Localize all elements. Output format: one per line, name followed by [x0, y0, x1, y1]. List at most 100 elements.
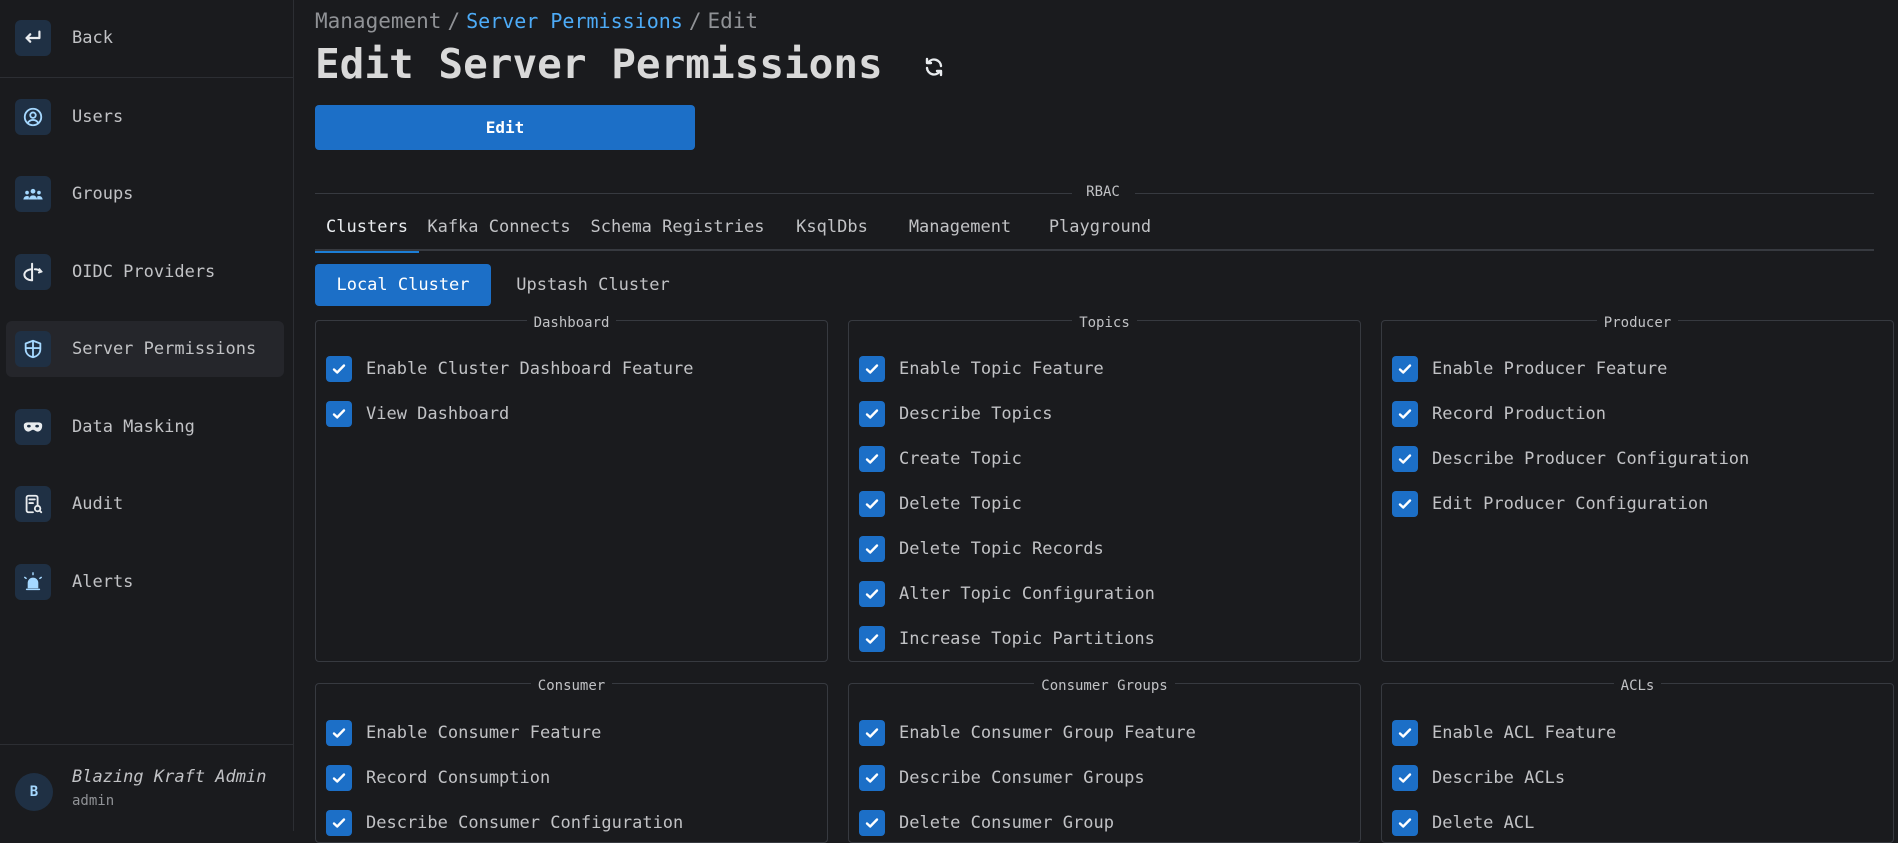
checkbox-checked-icon	[326, 765, 352, 791]
rbac-divider	[315, 193, 1072, 194]
users-group-icon	[15, 176, 51, 212]
sidebar-divider	[0, 77, 294, 78]
permission-checkbox[interactable]: Describe Consumer Configuration	[326, 810, 683, 836]
refresh-icon[interactable]	[922, 55, 946, 79]
sidebar-item-data-masking[interactable]: Data Masking	[6, 399, 284, 455]
breadcrumb-separator: /	[447, 9, 461, 33]
cluster-pill-upstash[interactable]: Upstash Cluster	[498, 264, 688, 306]
checkbox-checked-icon	[326, 356, 352, 382]
group-title: ACLs	[1613, 678, 1662, 694]
permission-checkbox[interactable]: Delete ACL	[1392, 810, 1534, 836]
checkbox-checked-icon	[859, 810, 885, 836]
avatar: B	[15, 773, 53, 811]
mask-icon	[15, 409, 51, 445]
sidebar-item-audit[interactable]: Audit	[6, 476, 284, 532]
shield-icon	[15, 331, 51, 367]
cluster-pill-local[interactable]: Local Cluster	[315, 264, 491, 306]
permission-checkbox[interactable]: Delete Topic	[859, 491, 1022, 517]
sidebar-item-alerts[interactable]: Alerts	[6, 554, 284, 610]
checkbox-checked-icon	[859, 720, 885, 746]
permission-checkbox[interactable]: Enable ACL Feature	[1392, 720, 1616, 746]
user-profile[interactable]: B Blazing Kraft Admin admin	[0, 744, 294, 831]
permission-label: Describe Producer Configuration	[1432, 449, 1750, 469]
tab-schema-registries[interactable]: Schema Registries	[579, 208, 776, 251]
checkbox-checked-icon	[859, 536, 885, 562]
permission-group-dashboard: Dashboard Enable Cluster Dashboard Featu…	[315, 315, 828, 662]
permission-checkbox[interactable]: Describe Producer Configuration	[1392, 446, 1749, 472]
user-circle-icon	[15, 99, 51, 135]
checkbox-checked-icon	[859, 356, 885, 382]
permission-label: Delete Consumer Group	[899, 813, 1114, 833]
checkbox-checked-icon	[859, 765, 885, 791]
group-title: Consumer	[530, 678, 613, 694]
permission-checkbox[interactable]: Enable Consumer Feature	[326, 720, 601, 746]
permission-label: Describe Consumer Groups	[899, 768, 1145, 788]
permission-checkbox[interactable]: Create Topic	[859, 446, 1022, 472]
permission-label: Delete ACL	[1432, 813, 1535, 833]
permission-label: Delete Topic	[899, 494, 1022, 514]
sidebar-item-label: Groups	[72, 184, 134, 204]
permission-group-consumer-groups: Consumer Groups Enable Consumer Group Fe…	[848, 678, 1361, 843]
checkbox-checked-icon	[326, 401, 352, 427]
sidebar-item-label: Data Masking	[72, 417, 195, 437]
sidebar: Back Users Groups OIDC Providers Server …	[0, 0, 294, 831]
sidebar-item-users[interactable]: Users	[6, 89, 284, 145]
breadcrumb-root: Management	[315, 9, 442, 33]
user-name: Blazing Kraft Admin	[72, 767, 267, 787]
tab-kafka-connects[interactable]: Kafka Connects	[419, 208, 579, 251]
breadcrumb-server-permissions-link[interactable]: Server Permissions	[466, 9, 683, 33]
checkbox-checked-icon	[1392, 810, 1418, 836]
sidebar-item-label: Alerts	[72, 572, 134, 592]
permission-label: Describe ACLs	[1432, 768, 1566, 788]
permission-checkbox[interactable]: Alter Topic Configuration	[859, 581, 1155, 607]
group-title: Dashboard	[526, 315, 617, 331]
checkbox-checked-icon	[1392, 491, 1418, 517]
rbac-divider	[1135, 193, 1874, 194]
permission-checkbox[interactable]: Delete Topic Records	[859, 536, 1104, 562]
tab-clusters[interactable]: Clusters	[315, 208, 419, 253]
group-title: Consumer Groups	[1034, 678, 1175, 694]
permission-label: Edit Producer Configuration	[1432, 494, 1709, 514]
permission-checkbox[interactable]: Describe Topics	[859, 401, 1053, 427]
sidebar-item-oidc-providers[interactable]: OIDC Providers	[6, 244, 284, 300]
checkbox-checked-icon	[1392, 765, 1418, 791]
edit-button[interactable]: Edit	[315, 105, 695, 150]
sidebar-item-server-permissions[interactable]: Server Permissions	[6, 321, 284, 377]
permission-checkbox[interactable]: View Dashboard	[326, 401, 509, 427]
back-button[interactable]: Back	[6, 10, 284, 66]
permission-checkbox[interactable]: Enable Consumer Group Feature	[859, 720, 1196, 746]
permission-label: Enable Topic Feature	[899, 359, 1104, 379]
permission-checkbox[interactable]: Describe Consumer Groups	[859, 765, 1145, 791]
permission-checkbox[interactable]: Record Production	[1392, 401, 1606, 427]
permission-checkbox[interactable]: Enable Cluster Dashboard Feature	[326, 356, 694, 382]
group-title: Producer	[1596, 315, 1679, 331]
sidebar-item-groups[interactable]: Groups	[6, 166, 284, 222]
back-label: Back	[72, 28, 113, 48]
permission-label: Increase Topic Partitions	[899, 629, 1155, 649]
permission-tabs: Clusters Kafka Connects Schema Registrie…	[315, 208, 1874, 253]
permission-checkbox[interactable]: Delete Consumer Group	[859, 810, 1114, 836]
permission-checkbox[interactable]: Enable Producer Feature	[1392, 356, 1667, 382]
permission-checkbox[interactable]: Increase Topic Partitions	[859, 626, 1155, 652]
tab-ksqldbs[interactable]: KsqlDbs	[776, 208, 888, 251]
permission-group-producer: Producer Enable Producer Feature Record …	[1381, 315, 1894, 662]
permission-group-topics: Topics Enable Topic Feature Describe Top…	[848, 315, 1361, 662]
breadcrumb: Management / Server Permissions / Edit	[315, 9, 758, 33]
permission-checkbox[interactable]: Edit Producer Configuration	[1392, 491, 1708, 517]
permission-checkbox[interactable]: Describe ACLs	[1392, 765, 1565, 791]
permission-label: Alter Topic Configuration	[899, 584, 1155, 604]
checkbox-checked-icon	[1392, 720, 1418, 746]
permission-label: Delete Topic Records	[899, 539, 1104, 559]
permission-label: Describe Consumer Configuration	[366, 813, 684, 833]
main-content: Management / Server Permissions / Edit Edit …	[295, 0, 1898, 843]
permission-label: Enable ACL Feature	[1432, 723, 1617, 743]
permission-checkbox[interactable]: Record Consumption	[326, 765, 550, 791]
permission-label: Enable Cluster Dashboard Feature	[366, 359, 694, 379]
tab-playground[interactable]: Playground	[1032, 208, 1168, 251]
checkbox-checked-icon	[326, 810, 352, 836]
page-title: Edit Server Permissions	[315, 40, 883, 88]
checkbox-checked-icon	[859, 446, 885, 472]
checkbox-checked-icon	[859, 581, 885, 607]
permission-checkbox[interactable]: Enable Topic Feature	[859, 356, 1104, 382]
tab-management[interactable]: Management	[888, 208, 1032, 251]
